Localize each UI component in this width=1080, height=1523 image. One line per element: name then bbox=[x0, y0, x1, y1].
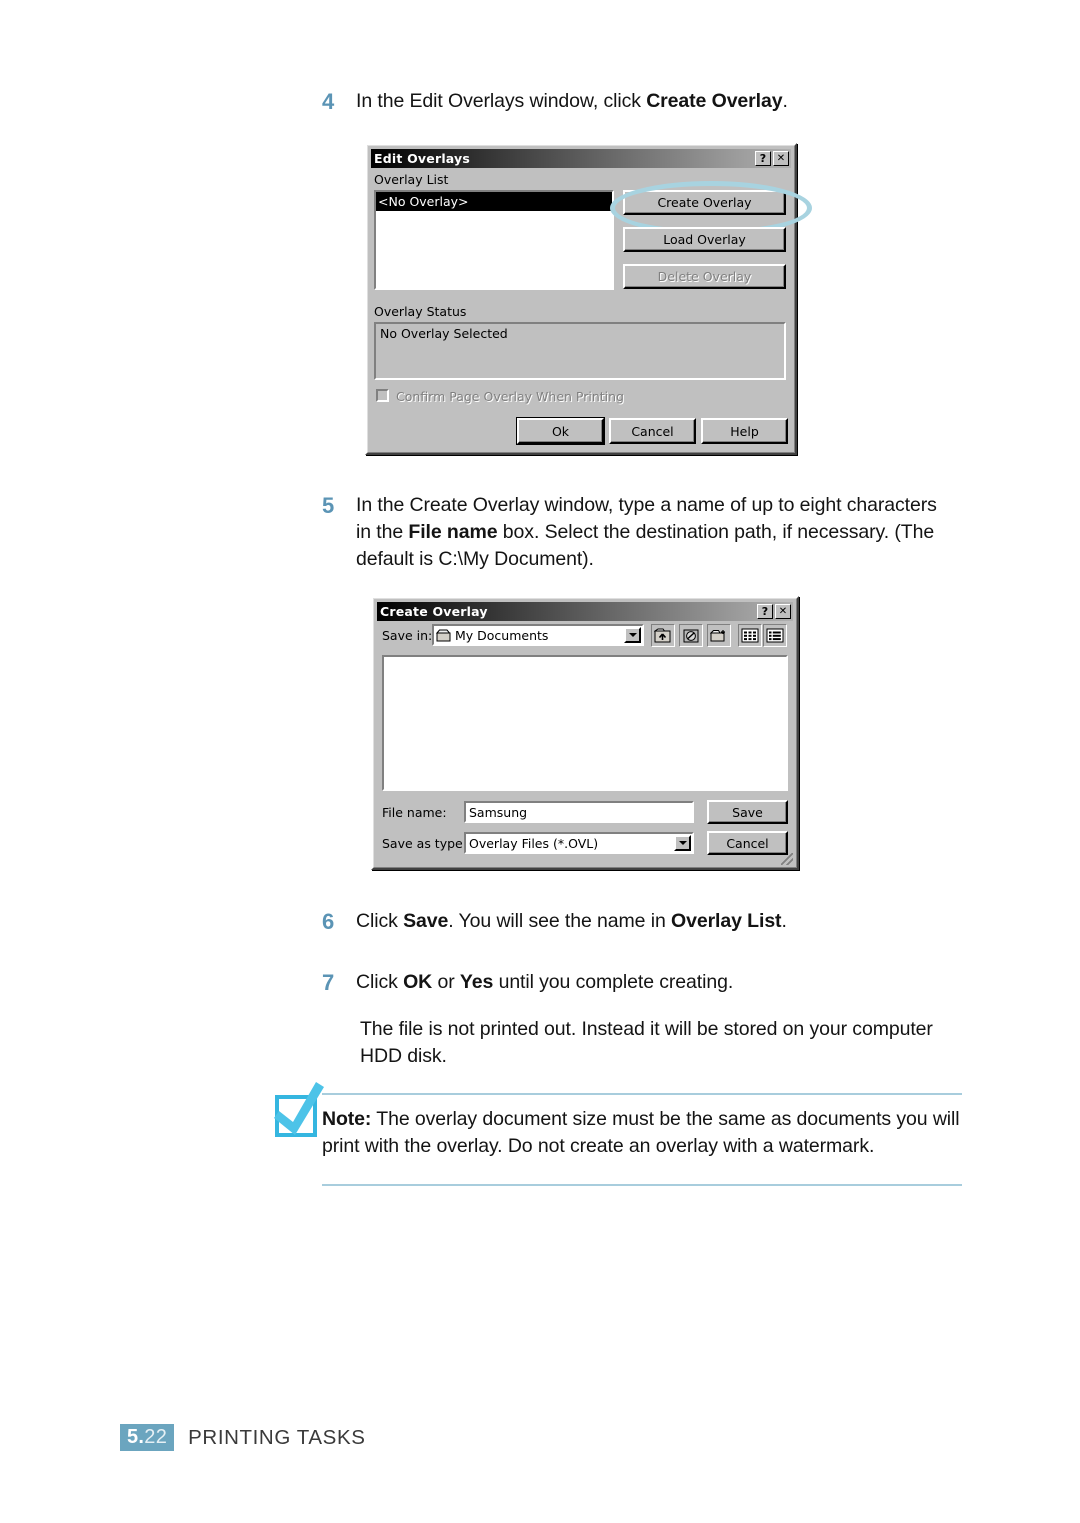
edit-overlays-titlebar[interactable]: Edit Overlays ? ✕ bbox=[371, 149, 791, 168]
confirm-page-overlay-label: Confirm Page Overlay When Printing bbox=[396, 389, 624, 404]
chevron-down-icon[interactable] bbox=[674, 835, 691, 851]
step-4-text: In the Edit Overlays window, click Creat… bbox=[356, 88, 788, 115]
step-4-text-part-3: . bbox=[782, 90, 788, 112]
note-top-divider bbox=[322, 1093, 962, 1095]
confirm-page-overlay-checkbox bbox=[376, 389, 389, 402]
step-7-text-part-1: Click bbox=[356, 971, 404, 993]
new-folder-icon[interactable] bbox=[707, 624, 731, 647]
edit-overlays-title: Edit Overlays bbox=[374, 151, 471, 166]
step-5-text: In the Create Overlay window, type a nam… bbox=[356, 492, 956, 573]
step-6-number: 6 bbox=[322, 909, 335, 934]
load-overlay-button[interactable]: Load Overlay bbox=[623, 227, 786, 252]
note-text: Note: The overlay document size must be … bbox=[322, 1106, 972, 1160]
step-4-text-part-1: In the Edit Overlays window, click bbox=[356, 90, 647, 112]
page-footer: 5.22 PRINTING TASKS bbox=[120, 1424, 366, 1451]
step-7-text-part-2: OK bbox=[403, 971, 433, 993]
page-number-minor: 22 bbox=[144, 1426, 168, 1448]
overlay-list-box[interactable]: <No Overlay> bbox=[374, 190, 614, 290]
close-icon[interactable]: ✕ bbox=[775, 604, 791, 619]
page-number-major: 5. bbox=[127, 1426, 145, 1448]
file-list-area[interactable] bbox=[382, 655, 788, 791]
step-5-number: 5 bbox=[322, 493, 335, 518]
step-6-text-part-1: Click bbox=[356, 910, 404, 932]
step-7-text-part-3: or bbox=[432, 971, 460, 993]
step-7-text-part-4: Yes bbox=[459, 971, 494, 993]
chevron-down-icon[interactable] bbox=[624, 627, 641, 643]
save-in-label: Save in: bbox=[382, 628, 432, 643]
step-4: 4 In the Edit Overlays window, click Cre… bbox=[322, 88, 962, 115]
cancel-button[interactable]: Cancel bbox=[609, 418, 696, 444]
cancel-button[interactable]: Cancel bbox=[707, 831, 788, 855]
create-overlay-dialog-body: Create Overlay ? ✕ Save in: My Documents bbox=[373, 598, 797, 868]
note-label: Note: bbox=[322, 1108, 372, 1130]
overlay-list-label: Overlay List bbox=[374, 172, 449, 187]
help-icon[interactable]: ? bbox=[755, 151, 771, 166]
save-as-type-combo[interactable]: Overlay Files (*.OVL) bbox=[464, 832, 694, 854]
details-view-icon[interactable] bbox=[763, 624, 787, 647]
step-7-number: 7 bbox=[322, 970, 335, 995]
edit-overlays-dialog-body: Edit Overlays ? ✕ Overlay List <No Overl… bbox=[367, 145, 812, 453]
save-as-type-label-text: Save as type: bbox=[382, 836, 467, 851]
file-name-input[interactable]: Samsung bbox=[464, 801, 694, 823]
step-4-number: 4 bbox=[322, 89, 335, 114]
edit-overlays-dialog[interactable]: Edit Overlays ? ✕ Overlay List <No Overl… bbox=[365, 143, 812, 455]
list-item[interactable]: <No Overlay> bbox=[376, 192, 612, 211]
note-bottom-divider bbox=[322, 1184, 962, 1186]
save-in-value: My Documents bbox=[455, 627, 549, 643]
step-7-text: Click OK or Yes until you complete creat… bbox=[356, 969, 733, 996]
step-6-text-part-5: . bbox=[781, 910, 787, 932]
overlay-status-box: No Overlay Selected bbox=[374, 322, 786, 380]
note-check-icon bbox=[272, 1078, 328, 1151]
step-6-text: Click Save. You will see the name in Ove… bbox=[356, 908, 787, 935]
overlay-status-label: Overlay Status bbox=[374, 304, 467, 319]
create-overlay-dialog[interactable]: Create Overlay ? ✕ Save in: My Documents bbox=[371, 596, 799, 870]
step-7-followup-paragraph: The file is not printed out. Instead it … bbox=[360, 1018, 933, 1067]
step-6-text-part-4: Overlay List bbox=[671, 910, 782, 932]
step-7-text-part-5: until you complete creating. bbox=[493, 971, 734, 993]
up-one-level-icon[interactable] bbox=[651, 624, 675, 647]
step-4-text-part-2: Create Overlay bbox=[646, 90, 783, 112]
note-body: The overlay document size must be the sa… bbox=[322, 1108, 960, 1157]
step-6-text-part-2: Save bbox=[403, 910, 449, 932]
overlay-status-value: No Overlay Selected bbox=[380, 326, 508, 341]
create-overlay-button[interactable]: Create Overlay bbox=[623, 190, 786, 215]
manual-page: 4 In the Edit Overlays window, click Cre… bbox=[0, 0, 1080, 1523]
file-name-label-text: File name: bbox=[382, 805, 447, 820]
help-button[interactable]: Help bbox=[701, 418, 788, 444]
save-in-label-text: Save in: bbox=[382, 628, 433, 643]
save-in-combo[interactable]: My Documents bbox=[432, 624, 644, 646]
create-new-folder-icon[interactable] bbox=[679, 624, 703, 647]
list-view-icon[interactable] bbox=[738, 624, 762, 647]
step-5: 5 In the Create Overlay window, type a n… bbox=[322, 492, 962, 573]
step-6-text-part-3: . You will see the name in bbox=[448, 910, 672, 932]
save-button[interactable]: Save bbox=[707, 800, 788, 824]
save-as-type-value: Overlay Files (*.OVL) bbox=[469, 835, 599, 851]
footer-section-title: PRINTING TASKS bbox=[188, 1425, 366, 1449]
step-6: 6 Click Save. You will see the name in O… bbox=[322, 908, 962, 935]
save-as-type-label: Save as type: bbox=[382, 836, 467, 851]
help-icon[interactable]: ? bbox=[757, 604, 773, 619]
delete-overlay-button: Delete Overlay bbox=[623, 264, 786, 289]
create-overlay-title: Create Overlay bbox=[380, 604, 488, 619]
step-7: 7 Click OK or Yes until you complete cre… bbox=[322, 969, 962, 996]
step-5-text-part-2: File name bbox=[408, 521, 498, 543]
resize-grip[interactable] bbox=[781, 853, 793, 865]
close-icon[interactable]: ✕ bbox=[773, 151, 789, 166]
create-overlay-titlebar[interactable]: Create Overlay ? ✕ bbox=[377, 602, 793, 621]
page-number-badge: 5.22 bbox=[120, 1424, 175, 1451]
file-name-label: File name: bbox=[382, 805, 447, 820]
folder-icon bbox=[436, 629, 451, 642]
ok-button[interactable]: Ok bbox=[516, 417, 605, 445]
